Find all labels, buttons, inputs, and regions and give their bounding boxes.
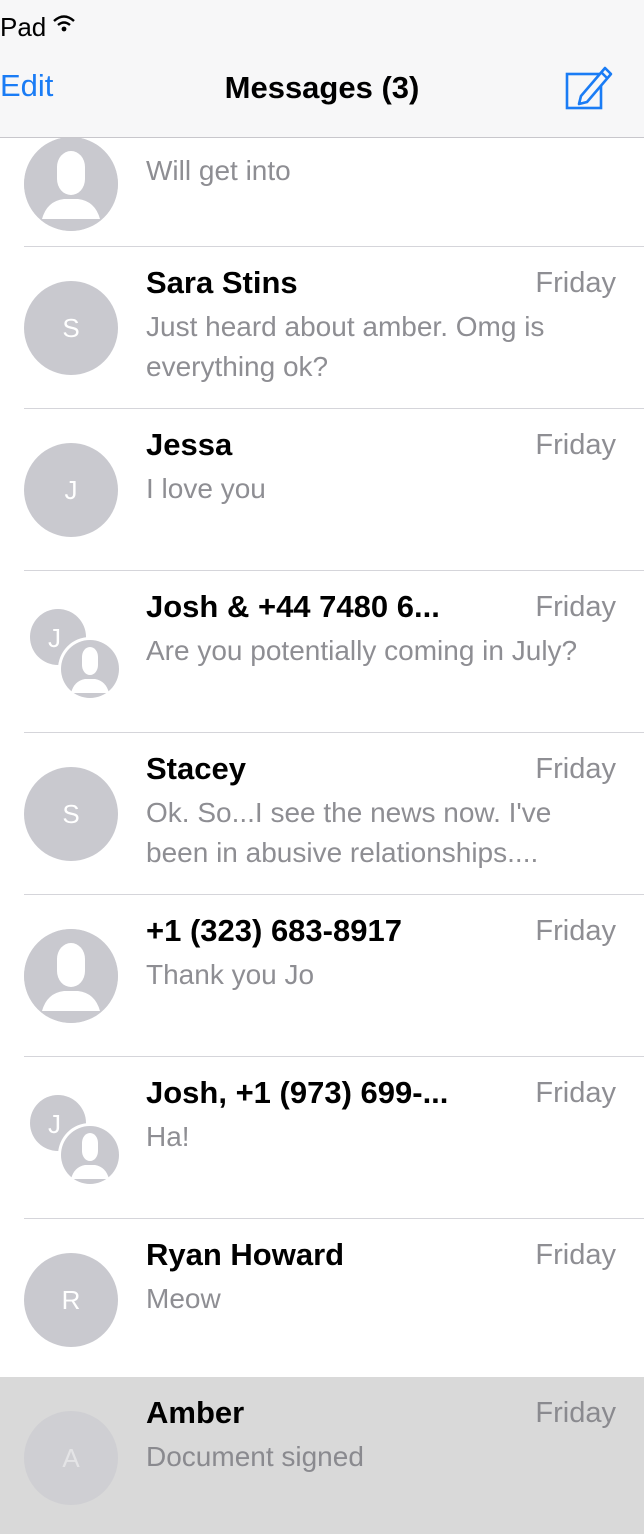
- message-preview: I love you: [146, 473, 266, 504]
- navigation-bar: Pad Edit Messages (3): [0, 0, 644, 138]
- timestamp: Friday: [535, 915, 616, 947]
- conversation-row[interactable]: S Stacey Friday Ok. So...I see the news …: [0, 733, 644, 895]
- person-icon: [24, 929, 118, 1023]
- contact-name: Josh, +1 (973) 699-...: [146, 1075, 449, 1110]
- group-icon: J: [30, 1095, 122, 1187]
- person-icon: [24, 137, 118, 231]
- group-avatar: J: [24, 599, 124, 701]
- status-carrier: Pad: [0, 12, 47, 42]
- contact-name: Ryan Howard: [146, 1237, 345, 1272]
- message-preview: Meow: [146, 1283, 221, 1314]
- timestamp: Friday: [535, 591, 616, 623]
- avatar: [24, 137, 118, 231]
- message-preview: Are you potentially coming in July?: [146, 635, 578, 666]
- avatar-initial: J: [64, 474, 78, 505]
- timestamp: Friday: [535, 753, 616, 785]
- contact-name: Josh & +44 7480 6...: [146, 589, 440, 624]
- conversation-row[interactable]: R Ryan Howard Friday Meow: [0, 1219, 644, 1381]
- avatar: R: [24, 1253, 118, 1347]
- timestamp: Friday: [535, 1077, 616, 1109]
- avatar: S: [24, 767, 118, 861]
- conversation-row[interactable]: J Josh, +1 (973) 699-... Friday Ha!: [0, 1057, 644, 1219]
- avatar-initial: R: [61, 1284, 81, 1315]
- contact-name: Sara Stins: [146, 265, 298, 300]
- avatar-initial: S: [62, 312, 80, 343]
- timestamp: Friday: [535, 429, 616, 461]
- group-avatar: J: [24, 1085, 124, 1187]
- message-preview: Ok. So...I see the news now. I've been i…: [146, 797, 552, 868]
- message-preview: Document signed: [146, 1441, 364, 1472]
- timestamp: Friday: [535, 1239, 616, 1271]
- avatar-initial: A: [62, 1442, 80, 1473]
- conversation-row[interactable]: J Josh & +44 7480 6... Friday Are you po…: [0, 571, 644, 733]
- contact-name: Stacey: [146, 751, 246, 786]
- avatar: J: [24, 443, 118, 537]
- group-initial: J: [48, 1109, 61, 1139]
- message-preview: Will get into: [146, 155, 291, 186]
- contact-name: +1 (323) 683-8917: [146, 913, 402, 948]
- wifi-icon: [53, 15, 75, 32]
- conversation-row[interactable]: +1 (323) 683-8917 Friday Thank you Jo: [0, 895, 644, 1057]
- conversation-row-selected[interactable]: A Amber Friday Document signed: [0, 1377, 644, 1534]
- contact-name: Jessa: [146, 427, 233, 462]
- avatar: S: [24, 281, 118, 375]
- avatar: [24, 929, 118, 1023]
- conversation-row[interactable]: J Jessa Friday I love you: [0, 409, 644, 571]
- message-preview: Thank you Jo: [146, 959, 315, 990]
- conversation-row[interactable]: S Sara Stins Friday Just heard about amb…: [0, 247, 644, 409]
- compose-icon[interactable]: [563, 62, 615, 114]
- message-preview: Ha!: [146, 1121, 190, 1152]
- group-icon: J: [30, 609, 122, 701]
- timestamp: Friday: [535, 1397, 616, 1429]
- page-title: Messages (3): [224, 70, 420, 105]
- timestamp: Friday: [535, 267, 616, 299]
- avatar: A: [24, 1411, 118, 1505]
- contact-name: Amber: [146, 1395, 245, 1430]
- group-initial: J: [48, 623, 61, 653]
- message-preview: Just heard about amber. Omg is everythin…: [146, 311, 545, 382]
- avatar-initial: S: [62, 798, 80, 829]
